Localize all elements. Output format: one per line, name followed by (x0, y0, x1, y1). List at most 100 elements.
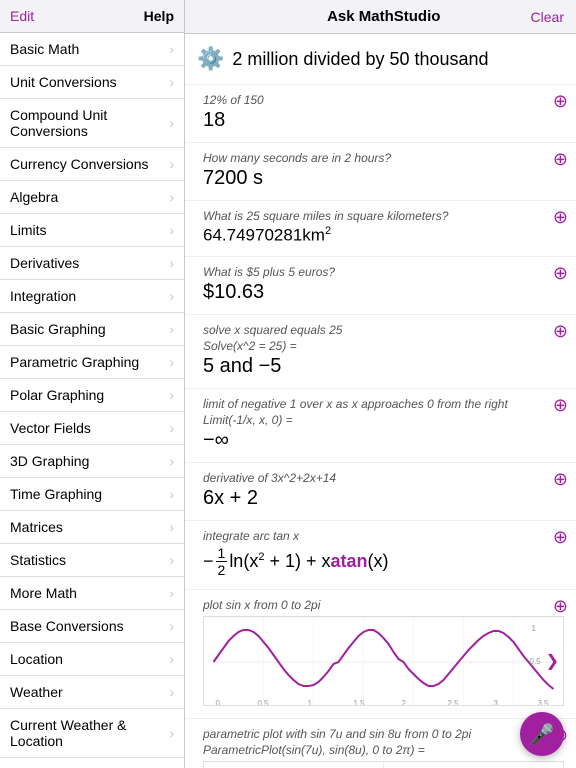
parametric-label: ParametricPlot(sin(7u), sin(8u), 0 to 2π… (185, 741, 576, 757)
expand-icon[interactable]: ⊕ (553, 321, 568, 342)
answer-query: 12% of 150 (185, 89, 576, 107)
sidebar-item-current-weather-&-location[interactable]: Current Weather & Location› (0, 709, 184, 758)
expand-icon[interactable]: ⊕ (553, 91, 568, 112)
chevron-right-icon: › (169, 74, 174, 90)
svg-text:1: 1 (308, 699, 313, 706)
sidebar-item-label: Parametric Graphing (10, 354, 139, 370)
answer-result: 64.74970281km2 (185, 223, 576, 252)
chart-container-parametric: -4.5 -3.5 -2.5 -1.5 -1 0.5 1 1.5 2 3 4.5… (185, 757, 576, 768)
sidebar-item-compound-unit-conversions[interactable]: Compound Unit Conversions› (0, 99, 184, 148)
answer-result: 7200 s (185, 165, 576, 196)
answer-query: limit of negative 1 over x as x approach… (185, 393, 576, 411)
svg-text:3: 3 (494, 699, 499, 706)
sidebar-item-label: Time Graphing (10, 486, 102, 502)
answer-block: ⊕ integrate arc tan x −12ln(x2 + 1) + xa… (185, 521, 576, 591)
ask-header: ⚙️ 2 million divided by 50 thousand (185, 34, 576, 85)
chart-arrow-sin[interactable]: ❯ (546, 651, 559, 671)
sidebar-item-parametric-graphing[interactable]: Parametric Graphing› (0, 346, 184, 379)
sidebar-item-label: 3D Graphing (10, 453, 89, 469)
svg-text:0.5: 0.5 (530, 657, 542, 666)
sidebar-item-label: Compound Unit Conversions (10, 107, 169, 139)
answer-subquery: Limit(-1/x, x, 0) = (185, 411, 576, 427)
sidebar-item-unit-conversions[interactable]: Unit Conversions› (0, 66, 184, 99)
sidebar-item-stocks[interactable]: Stocks› (0, 758, 184, 768)
expand-icon[interactable]: ⊕ (553, 527, 568, 548)
answer-subquery: Solve(x^2 = 25) = (185, 337, 576, 353)
sidebar-item-basic-math[interactable]: Basic Math› (0, 33, 184, 66)
expand-icon[interactable]: ⊕ (553, 469, 568, 490)
answer-block: ⊕ derivative of 3x^2+2x+14 6x + 2 (185, 463, 576, 521)
sidebar-item-statistics[interactable]: Statistics› (0, 544, 184, 577)
sidebar-item-basic-graphing[interactable]: Basic Graphing › (0, 313, 184, 346)
expand-icon[interactable]: ⊕ (553, 395, 568, 416)
answer-query: What is $5 plus 5 euros? (185, 261, 576, 279)
svg-text:0.5: 0.5 (258, 699, 270, 706)
sidebar-item-label: Currency Conversions (10, 156, 149, 172)
chevron-right-icon: › (169, 41, 174, 57)
chart-box-parametric: -4.5 -3.5 -2.5 -1.5 -1 0.5 1 1.5 2 3 4.5… (203, 761, 564, 768)
answer-result: −12ln(x2 + 1) + xatan(x) (185, 543, 576, 586)
sidebar-item-derivatives[interactable]: Derivatives › (0, 247, 184, 280)
chevron-right-icon: › (169, 288, 174, 304)
chevron-right-icon: › (169, 618, 174, 634)
sidebar-item-algebra[interactable]: Algebra› (0, 181, 184, 214)
sidebar-item-currency-conversions[interactable]: Currency Conversions › (0, 148, 184, 181)
sidebar-item-3d-graphing[interactable]: 3D Graphing › (0, 445, 184, 478)
answer-query: plot sin x from 0 to 2pi (185, 594, 576, 612)
main-header: Ask MathStudio Clear (185, 0, 576, 34)
sidebar-item-matrices[interactable]: Matrices › (0, 511, 184, 544)
chevron-right-icon: › (169, 255, 174, 271)
ask-title: 2 million divided by 50 thousand (232, 49, 488, 70)
chevron-right-icon: › (169, 684, 174, 700)
chevron-right-icon: › (169, 651, 174, 667)
chevron-right-icon: › (169, 552, 174, 568)
answer-result: −∞ (185, 427, 576, 458)
chevron-right-icon: › (169, 189, 174, 205)
sidebar-item-polar-graphing[interactable]: Polar Graphing› (0, 379, 184, 412)
chevron-right-icon: › (169, 519, 174, 535)
answer-block: ⊕ solve x squared equals 25 Solve(x^2 = … (185, 315, 576, 389)
sidebar-item-label: Location (10, 651, 63, 667)
chart-box-sin: 0 0.5 1 1.5 2 2.5 3 3.5 0.5 1 ❯ (203, 616, 564, 706)
clear-button[interactable]: Clear (531, 9, 564, 25)
expand-icon[interactable]: ⊕ (553, 149, 568, 170)
answer-result: 6x + 2 (185, 485, 576, 516)
sidebar-item-limits[interactable]: Limits› (0, 214, 184, 247)
sidebar-item-label: Integration (10, 288, 76, 304)
sidebar-item-label: Base Conversions (10, 618, 124, 634)
answer-block-sin-plot: ⊕ plot sin x from 0 to 2pi (185, 590, 576, 719)
expand-icon[interactable]: ⊕ (553, 263, 568, 284)
sidebar-item-base-conversions[interactable]: Base Conversions › (0, 610, 184, 643)
parametric-chart: -4.5 -3.5 -2.5 -1.5 -1 0.5 1 1.5 2 3 4.5… (204, 762, 563, 768)
sidebar-item-label: Matrices (10, 519, 63, 535)
chevron-right-icon: › (169, 387, 174, 403)
sidebar-item-more-math[interactable]: More Math› (0, 577, 184, 610)
sidebar-item-integration[interactable]: Integration › (0, 280, 184, 313)
chevron-right-icon: › (169, 321, 174, 337)
sin-chart: 0 0.5 1 1.5 2 2.5 3 3.5 0.5 1 (204, 617, 563, 706)
answer-block: ⊕ 12% of 150 18 (185, 85, 576, 143)
sidebar-item-time-graphing[interactable]: Time Graphing› (0, 478, 184, 511)
sidebar-item-location[interactable]: Location › (0, 643, 184, 676)
sidebar-item-label: Derivatives (10, 255, 79, 271)
edit-button[interactable]: Edit (10, 8, 34, 24)
chevron-right-icon: › (169, 585, 174, 601)
sidebar-item-weather[interactable]: Weather › (0, 676, 184, 709)
sidebar-item-label: Weather (10, 684, 63, 700)
answer-result: $10.63 (185, 279, 576, 310)
answer-query: parametric plot with sin 7u and sin 8u f… (185, 723, 576, 741)
chevron-right-icon: › (169, 725, 174, 741)
chevron-right-icon: › (169, 222, 174, 238)
chevron-right-icon: › (169, 453, 174, 469)
expand-icon[interactable]: ⊕ (553, 207, 568, 228)
svg-text:1: 1 (532, 624, 537, 633)
sidebar-item-vector-fields[interactable]: Vector Fields› (0, 412, 184, 445)
mic-button[interactable]: 🎤 (520, 712, 564, 756)
svg-text:1.5: 1.5 (354, 699, 366, 706)
chart-container-sin: 0 0.5 1 1.5 2 2.5 3 3.5 0.5 1 ❯ (185, 612, 576, 714)
mic-icon: 🎤 (530, 722, 555, 747)
chevron-right-icon: › (169, 156, 174, 172)
main-title: Ask MathStudio (327, 8, 440, 25)
sidebar-help-label: Help (144, 8, 174, 24)
sidebar-item-label: Basic Graphing (10, 321, 106, 337)
